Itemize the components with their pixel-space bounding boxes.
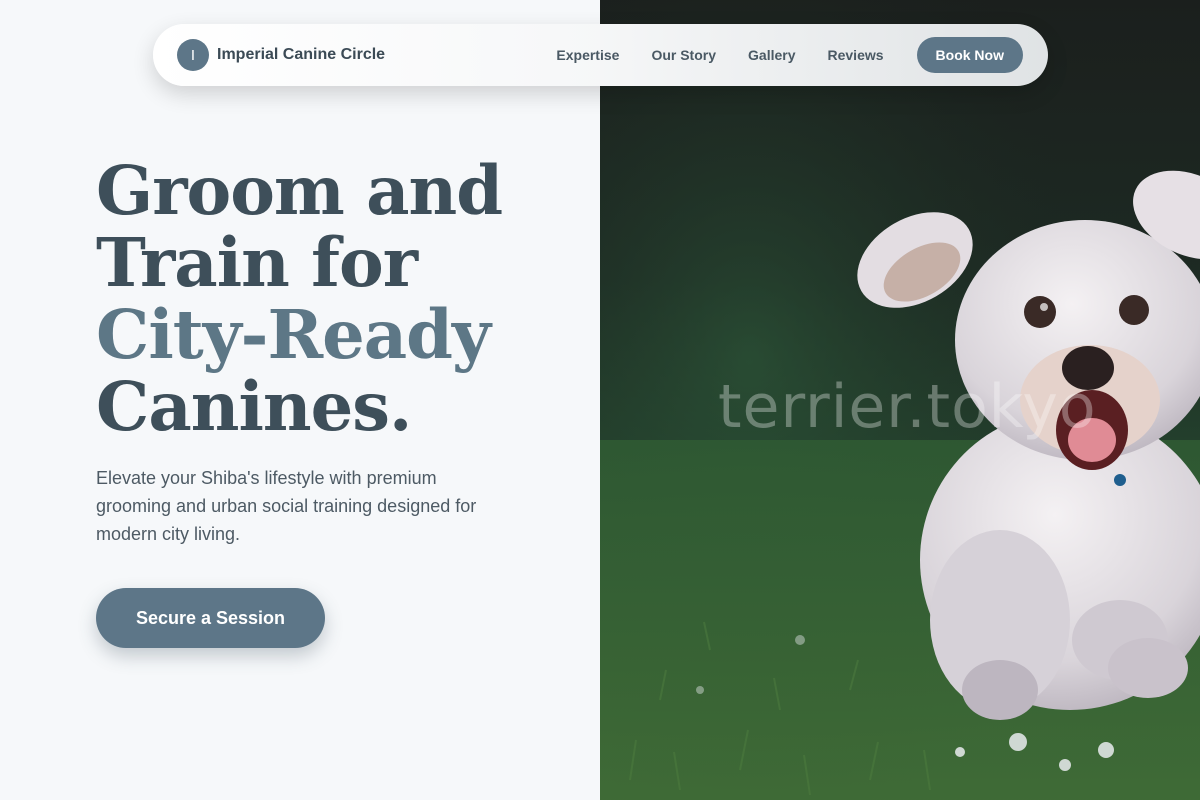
nav-links: Expertise Our Story Gallery Reviews — [556, 47, 883, 63]
nav-link-our-story[interactable]: Our Story — [651, 47, 716, 63]
hero-title-line-2: Train for — [96, 223, 418, 302]
brand-initial-icon: I — [177, 39, 209, 71]
photo-watermark: terrier.tokyo — [718, 372, 1097, 442]
nav-link-reviews[interactable]: Reviews — [828, 47, 884, 63]
nav-link-expertise[interactable]: Expertise — [556, 47, 619, 63]
top-navbar: I Imperial Canine Circle Expertise Our S… — [153, 24, 1048, 86]
brand-name: Imperial Canine Circle — [217, 46, 386, 63]
brand-logo[interactable]: I Imperial Canine Circle — [177, 39, 385, 71]
book-now-button[interactable]: Book Now — [916, 37, 1023, 73]
hero-photo: terrier.tokyo — [600, 0, 1200, 800]
hero-title-line-4: Canines. — [96, 367, 412, 446]
hero-title-accent: City-Ready — [96, 295, 491, 374]
hero-title-line-1: Groom and — [96, 151, 503, 230]
hero-title: Groom and Train for City-Ready Canines. — [96, 155, 566, 443]
nav-link-gallery[interactable]: Gallery — [748, 47, 795, 63]
hero-subtitle: Elevate your Shiba's lifestyle with prem… — [96, 468, 477, 544]
secure-session-button[interactable]: Secure a Session — [96, 588, 325, 648]
